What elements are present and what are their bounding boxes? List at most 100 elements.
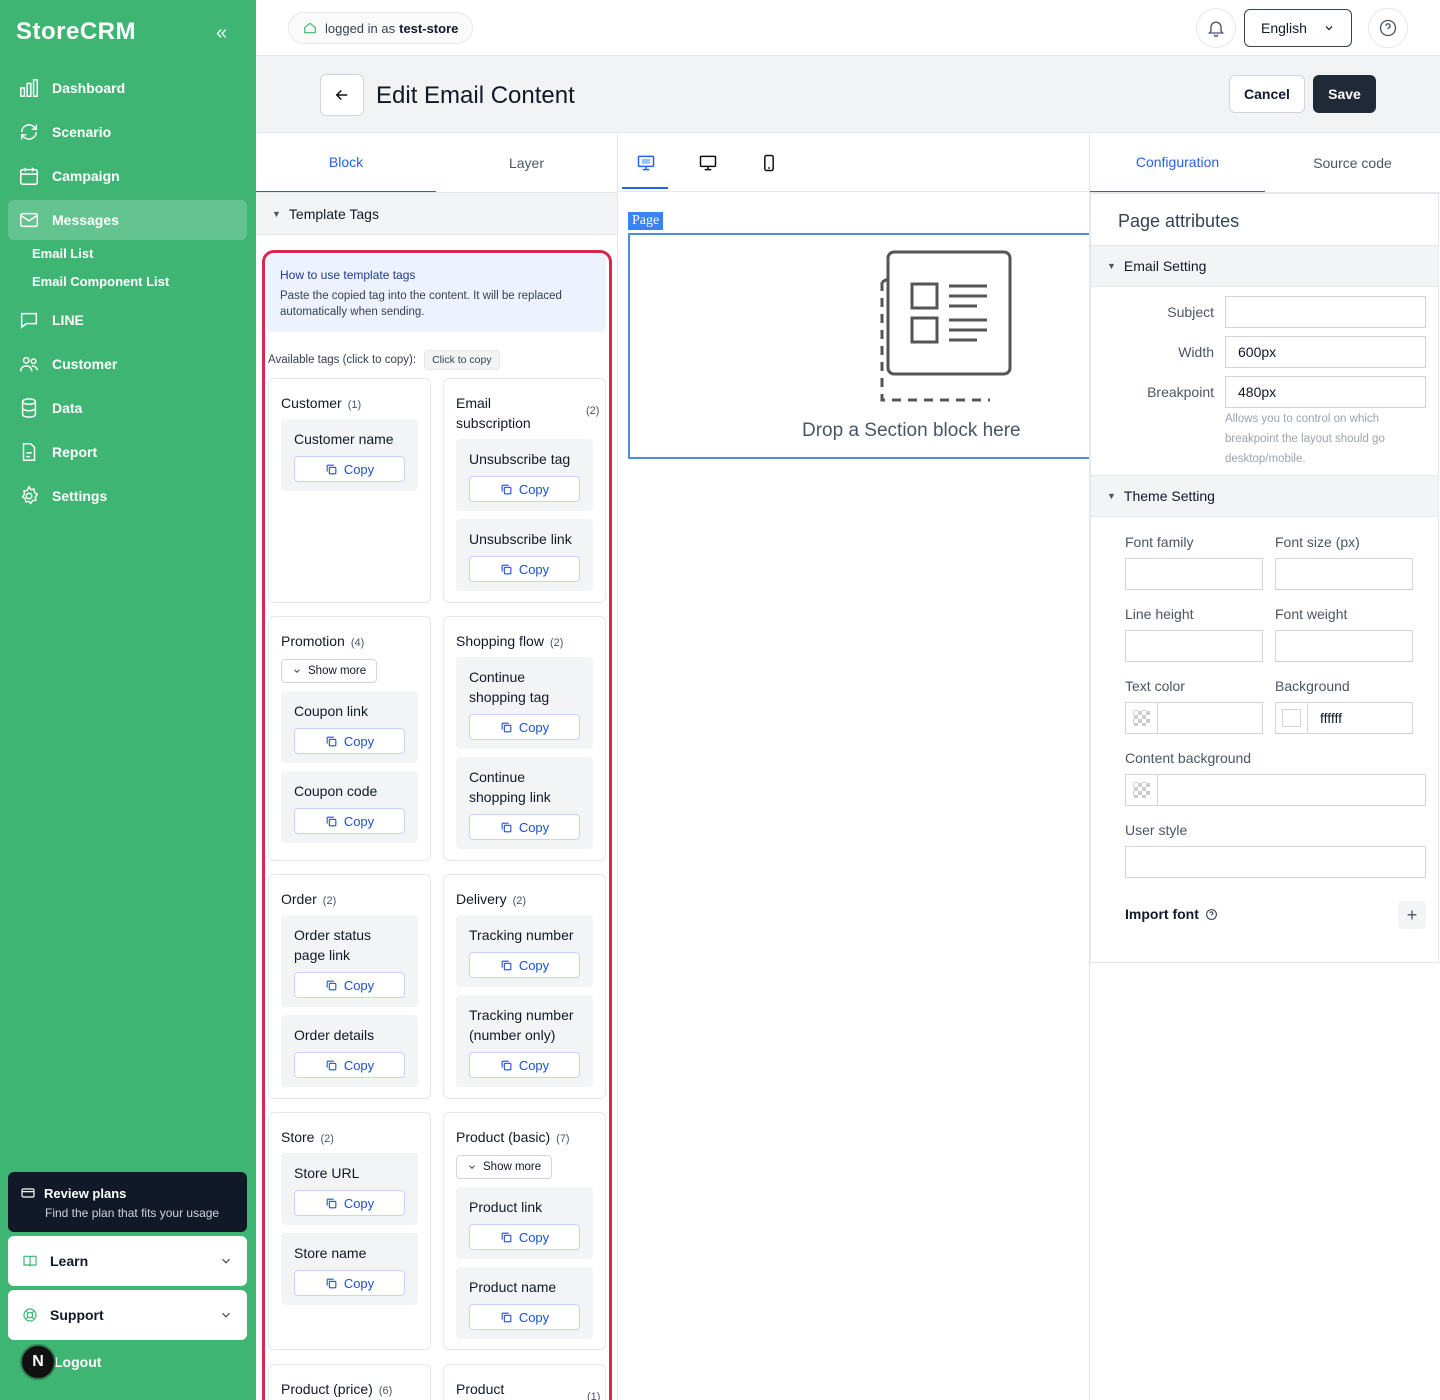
learn-dropdown[interactable]: Learn: [8, 1236, 247, 1286]
topbar: logged in as test-store English: [256, 0, 1440, 56]
nav-email-component-list[interactable]: Email Component List: [32, 274, 169, 289]
content-background-swatch[interactable]: [1125, 774, 1157, 806]
import-font-label: Import font: [1125, 906, 1218, 922]
show-more-button[interactable]: Show more: [281, 659, 378, 683]
nav-line[interactable]: LINE: [8, 300, 247, 340]
collapse-triangle-icon: ▼: [1107, 261, 1116, 271]
credit-card-icon: [21, 1188, 35, 1198]
email-setting-title: Email Setting: [1123, 258, 1207, 274]
copy-button[interactable]: Copy: [294, 808, 405, 834]
support-dropdown[interactable]: Support: [8, 1290, 247, 1340]
copy-button[interactable]: Copy: [469, 814, 580, 840]
support-label: Support: [50, 1307, 104, 1323]
nav-email-list[interactable]: Email List: [32, 246, 93, 261]
nav-label: Dashboard: [52, 80, 126, 96]
tab-block[interactable]: Block: [256, 133, 436, 193]
width-input[interactable]: 600px: [1225, 336, 1426, 368]
avatar[interactable]: N: [20, 1344, 56, 1380]
show-more-button[interactable]: Show more: [456, 1155, 553, 1179]
copy-button[interactable]: Copy: [294, 728, 405, 754]
back-button[interactable]: [320, 74, 364, 116]
question-icon[interactable]: [1205, 908, 1218, 921]
background-color-input[interactable]: ffffff: [1307, 702, 1413, 734]
theme-setting-title: Theme Setting: [1123, 488, 1215, 504]
chevron-down-icon: [1325, 26, 1333, 31]
nav-label: Campaign: [52, 168, 120, 184]
email-canvas[interactable]: Page Drop a Section block here: [618, 192, 1098, 1400]
copy-button[interactable]: Copy: [469, 476, 580, 502]
nav-settings[interactable]: Settings: [8, 476, 247, 516]
breakpoint-input[interactable]: 480px: [1225, 376, 1426, 408]
copy-button[interactable]: Copy: [469, 1304, 580, 1330]
template-tags-title: Template Tags: [288, 205, 379, 222]
tag-name: Coupon code: [294, 783, 378, 799]
collapse-sidebar-icon[interactable]: «: [216, 22, 227, 45]
chevron-down-icon: [469, 1165, 475, 1169]
arrow-left-icon: [335, 89, 348, 101]
tab-configuration[interactable]: Configuration: [1090, 133, 1265, 193]
group-count: (2): [549, 637, 564, 649]
device-desktop-button[interactable]: [696, 151, 720, 175]
copy-button[interactable]: Copy: [294, 1052, 405, 1078]
line-height-input[interactable]: [1125, 630, 1263, 662]
font-size-input[interactable]: [1275, 558, 1413, 590]
add-font-button[interactable]: +: [1398, 901, 1426, 929]
text-color-swatch[interactable]: [1125, 702, 1157, 734]
nav-customer[interactable]: Customer: [8, 344, 247, 384]
tab-source-code[interactable]: Source code: [1265, 133, 1440, 193]
copy-icon: [326, 1198, 337, 1208]
copy-icon: [326, 980, 337, 990]
text-color-input[interactable]: [1157, 702, 1263, 734]
subject-input[interactable]: [1225, 296, 1426, 328]
help-button[interactable]: [1368, 8, 1408, 48]
cancel-button[interactable]: Cancel: [1229, 75, 1305, 113]
copy-icon: [501, 822, 512, 832]
plans-subtitle: Find the plan that fits your usage: [45, 1206, 220, 1220]
group-count: (2): [586, 405, 600, 417]
nav-scenario[interactable]: Scenario: [8, 112, 247, 152]
tag-group-product: Product (1): [443, 1364, 606, 1400]
review-plans-card[interactable]: Review plans Find the plan that fits you…: [8, 1172, 247, 1232]
logout-button[interactable]: N Logout: [20, 1344, 101, 1380]
theme-setting-header[interactable]: ▼ Theme Setting: [1091, 475, 1438, 517]
nav-report[interactable]: Report: [8, 432, 247, 472]
notifications-button[interactable]: [1196, 8, 1236, 48]
copy-button[interactable]: Copy: [469, 556, 580, 582]
language-select[interactable]: English: [1244, 9, 1352, 47]
nav-dashboard[interactable]: Dashboard: [8, 68, 247, 108]
tab-layer[interactable]: Layer: [436, 133, 617, 193]
copy-label: Copy: [518, 561, 550, 577]
user-style-textarea[interactable]: [1125, 846, 1426, 878]
copy-button[interactable]: Copy: [294, 1190, 405, 1216]
tag-group-product-price: Product (price) (6): [268, 1364, 431, 1400]
nav-data[interactable]: Data: [8, 388, 247, 428]
bell-icon: [1207, 21, 1225, 37]
copy-button[interactable]: Copy: [469, 1224, 580, 1250]
copy-button[interactable]: Copy: [294, 1270, 405, 1296]
plans-title: Review plans: [44, 1185, 127, 1201]
save-button[interactable]: Save: [1313, 75, 1376, 113]
brand-logo[interactable]: StoreCRM: [16, 18, 136, 46]
font-family-input[interactable]: [1125, 558, 1263, 590]
mail-icon: [20, 212, 38, 228]
nav-campaign[interactable]: Campaign: [8, 156, 247, 196]
content-background-input[interactable]: [1157, 774, 1426, 806]
nav-messages[interactable]: Messages: [8, 200, 247, 240]
background-color-swatch[interactable]: [1275, 702, 1307, 734]
copy-button[interactable]: Copy: [469, 952, 580, 978]
group-title: Order: [281, 891, 317, 907]
users-icon: [20, 356, 38, 372]
tag-card: Order status page link Copy: [281, 915, 418, 1007]
copy-button[interactable]: Copy: [294, 972, 405, 998]
device-mobile-button[interactable]: [757, 151, 781, 175]
tag-card: Unsubscribe link Copy: [456, 519, 593, 591]
copy-button[interactable]: Copy: [469, 1052, 580, 1078]
copy-button[interactable]: Copy: [469, 714, 580, 740]
copy-icon: [326, 464, 337, 474]
template-tags-header[interactable]: ▼ Template Tags: [256, 193, 617, 235]
device-fullscreen-button[interactable]: [634, 151, 658, 175]
copy-button[interactable]: Copy: [294, 456, 405, 482]
copy-icon: [501, 1312, 512, 1322]
font-weight-input[interactable]: [1275, 630, 1413, 662]
email-setting-header[interactable]: ▼ Email Setting: [1091, 245, 1438, 287]
